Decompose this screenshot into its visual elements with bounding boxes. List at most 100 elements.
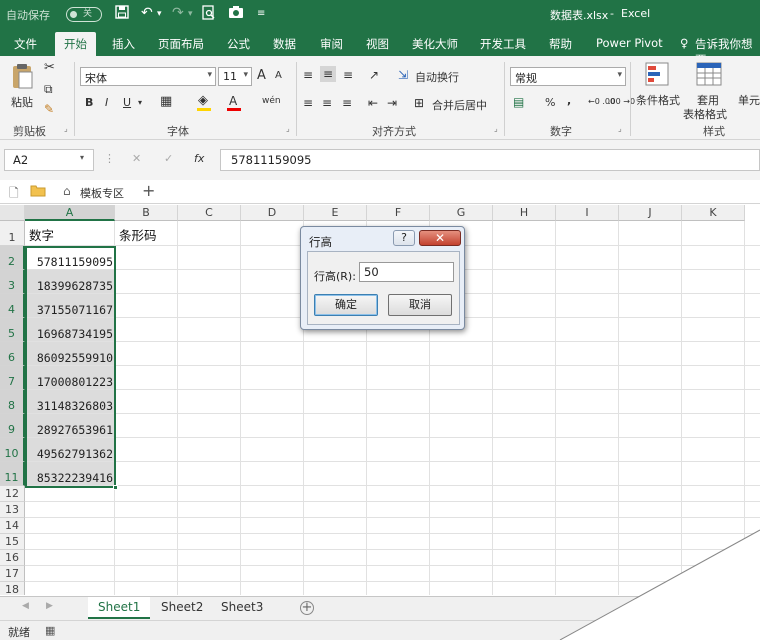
ok-button[interactable]: 确定: [314, 294, 378, 316]
orientation-icon[interactable]: ↗: [369, 68, 379, 82]
row-header-3[interactable]: 3: [0, 270, 25, 294]
tab-review[interactable]: 审阅: [320, 36, 343, 52]
tab-help[interactable]: 帮助: [549, 36, 572, 52]
prev-sheet-icon[interactable]: ◀: [22, 601, 29, 611]
cancel-entry-icon[interactable]: ✕: [132, 152, 141, 165]
row-header-17[interactable]: 17: [0, 566, 25, 582]
merge-icon[interactable]: ⊞: [414, 96, 424, 110]
column-header-j[interactable]: J: [619, 205, 682, 221]
cell-styles-button[interactable]: 单元: [738, 92, 760, 108]
row-header-4[interactable]: 4: [0, 294, 25, 318]
cut-icon[interactable]: ✂: [44, 60, 55, 75]
row-header-1[interactable]: 1: [0, 221, 25, 246]
new-file-icon[interactable]: 🗋: [9, 184, 19, 205]
tab-data[interactable]: 数据: [273, 36, 296, 52]
comma-button[interactable]: ,: [567, 94, 571, 107]
number-format-select[interactable]: 常规: [510, 67, 626, 86]
dialog-close-button[interactable]: ✕: [419, 230, 461, 246]
open-folder-icon[interactable]: [30, 183, 46, 200]
column-header-f[interactable]: F: [367, 205, 430, 221]
macro-record-icon[interactable]: ▦: [45, 624, 55, 637]
bold-button[interactable]: B: [85, 96, 93, 109]
row-header-15[interactable]: 15: [0, 534, 25, 550]
row-header-6[interactable]: 6: [0, 342, 25, 366]
row-header-13[interactable]: 13: [0, 502, 25, 518]
row-header-9[interactable]: 9: [0, 414, 25, 438]
redo-icon[interactable]: ↷: [172, 5, 184, 21]
dialog-help-button[interactable]: ?: [393, 230, 415, 246]
add-tab-button[interactable]: +: [142, 181, 155, 200]
underline-button[interactable]: U: [123, 96, 131, 109]
tab-home[interactable]: 开始: [55, 32, 96, 56]
font-color-button[interactable]: A: [229, 94, 237, 108]
cell-a2[interactable]: 57811159095: [26, 246, 115, 269]
cell-b1[interactable]: 条形码: [116, 225, 160, 244]
cell-a4[interactable]: 37155071167: [26, 294, 115, 317]
row-header-7[interactable]: 7: [0, 366, 25, 390]
cell-a1[interactable]: 数字: [26, 225, 57, 244]
row-header-8[interactable]: 8: [0, 390, 25, 414]
row-header-14[interactable]: 14: [0, 518, 25, 534]
paste-button[interactable]: 粘贴: [11, 94, 33, 110]
font-launcher-icon[interactable]: ⌟: [286, 124, 290, 133]
cell-a10[interactable]: 49562791362: [26, 438, 115, 461]
conditional-format-button[interactable]: 条件格式: [636, 92, 680, 108]
redo-dropdown-icon[interactable]: ▾: [188, 9, 193, 19]
row-header-5[interactable]: 5: [0, 318, 25, 342]
cell-a8[interactable]: 31148326803: [26, 390, 115, 413]
formula-input[interactable]: 57811159095: [220, 149, 760, 171]
tab-developer[interactable]: 开发工具: [480, 36, 526, 52]
print-preview-icon[interactable]: [202, 5, 216, 24]
fill-handle[interactable]: [113, 485, 118, 490]
row-header-10[interactable]: 10: [0, 438, 25, 462]
italic-button[interactable]: I: [105, 96, 108, 109]
lightbulb-icon[interactable]: ♀: [680, 36, 688, 50]
decrease-decimal-button[interactable]: .00 →0: [608, 97, 635, 106]
font-name-select[interactable]: 宋体: [80, 67, 216, 86]
align-top-icon[interactable]: ≡: [303, 68, 313, 82]
row-header-16[interactable]: 16: [0, 550, 25, 566]
column-header-a[interactable]: A: [25, 205, 115, 221]
save-icon[interactable]: [115, 5, 129, 23]
tab-beautify[interactable]: 美化大师: [412, 36, 458, 52]
align-left-icon[interactable]: ≡: [303, 96, 313, 110]
merge-center-button[interactable]: 合并后居中: [432, 97, 487, 113]
cell-a9[interactable]: 28927653961: [26, 414, 115, 437]
copy-icon[interactable]: ⧉: [44, 82, 53, 97]
increase-font-button[interactable]: A: [257, 68, 266, 83]
cell-a6[interactable]: 86092559910: [26, 342, 115, 365]
tab-insert[interactable]: 插入: [112, 36, 135, 52]
table-format-icon[interactable]: [696, 62, 722, 89]
wrap-text-icon[interactable]: ⇲: [398, 68, 408, 82]
undo-dropdown-icon[interactable]: ▾: [157, 9, 162, 19]
row-header-2[interactable]: 2: [0, 246, 25, 270]
conditional-format-icon[interactable]: [645, 62, 669, 89]
clipboard-launcher-icon[interactable]: ⌟: [64, 124, 68, 133]
column-header-b[interactable]: B: [115, 205, 178, 221]
sheet-tab-sheet3[interactable]: Sheet3: [211, 597, 273, 619]
column-header-g[interactable]: G: [430, 205, 493, 221]
tab-formulas[interactable]: 公式: [227, 36, 250, 52]
format-painter-icon[interactable]: ✎: [44, 102, 54, 116]
decrease-font-button[interactable]: A: [275, 70, 282, 81]
increase-indent-icon[interactable]: ⇥: [387, 96, 397, 110]
row-header-11[interactable]: 11: [0, 462, 25, 486]
accounting-format-icon[interactable]: ▤: [513, 95, 524, 109]
column-header-c[interactable]: C: [178, 205, 241, 221]
borders-icon[interactable]: ▦: [160, 94, 172, 109]
row-height-input[interactable]: 50: [359, 262, 454, 282]
home-icon[interactable]: ⌂: [63, 184, 71, 198]
column-header-e[interactable]: E: [304, 205, 367, 221]
sheet-tab-sheet2[interactable]: Sheet2: [151, 597, 213, 619]
phonetic-button[interactable]: wén: [262, 96, 281, 106]
font-size-select[interactable]: 11: [218, 67, 252, 86]
fill-color-icon[interactable]: ◈: [198, 93, 208, 108]
tab-view[interactable]: 视图: [366, 36, 389, 52]
underline-dropdown-icon[interactable]: ▾: [138, 98, 142, 107]
tab-file[interactable]: 文件: [14, 36, 37, 52]
cell-a7[interactable]: 17000801223: [26, 366, 115, 389]
select-all-corner[interactable]: [0, 205, 25, 221]
cancel-button[interactable]: 取消: [388, 294, 452, 316]
column-header-h[interactable]: H: [493, 205, 556, 221]
align-middle-icon[interactable]: ≡: [320, 66, 337, 82]
